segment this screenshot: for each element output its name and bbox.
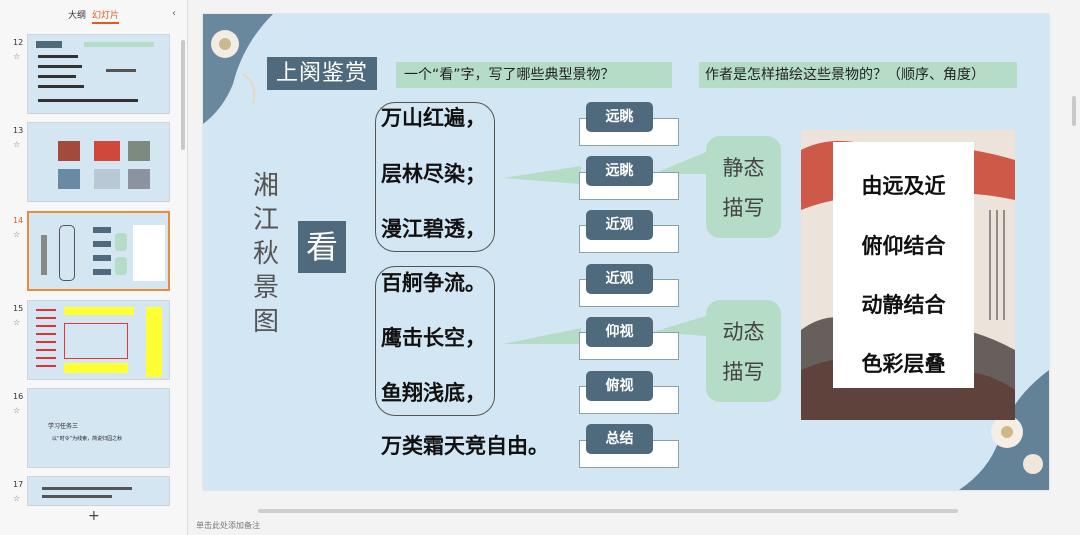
poem-line: 漫江碧透， bbox=[381, 217, 486, 241]
summary-item: 俯仰结合 bbox=[861, 234, 946, 258]
star-icon[interactable]: ☆ bbox=[13, 140, 20, 149]
slide-thumbnail-13[interactable] bbox=[27, 122, 170, 202]
poem-line: 万山红遍， bbox=[381, 106, 486, 130]
star-icon[interactable]: ☆ bbox=[13, 406, 20, 415]
angle-tag: 近观 bbox=[586, 264, 653, 294]
slide-thumbnail-17[interactable] bbox=[27, 476, 170, 506]
editor-scrollbar[interactable] bbox=[1072, 96, 1076, 126]
question-1: 一个“看”字，写了哪些典型景物？ bbox=[396, 62, 672, 88]
angle-tag: 近观 bbox=[586, 210, 653, 240]
tab-slides[interactable]: 幻灯片 bbox=[92, 8, 120, 24]
slide-number: 15 bbox=[13, 304, 24, 313]
star-icon[interactable]: ☆ bbox=[13, 494, 20, 503]
slide-number: 17 bbox=[13, 480, 24, 489]
poem-line: 层林尽染； bbox=[381, 162, 486, 186]
slide-thumbnail-16[interactable]: 学习任务三 以“时令”为线索，简说归园之秋 bbox=[27, 388, 170, 468]
poem-line: 百舸争流。 bbox=[381, 271, 486, 295]
angle-tag: 远眺 bbox=[586, 156, 653, 186]
panel-scrollbar[interactable] bbox=[181, 40, 185, 150]
floral-decoration bbox=[203, 14, 273, 124]
slide-number: 13 bbox=[13, 126, 24, 135]
summary-card: 由远及近 俯仰结合 动静结合 色彩层叠 bbox=[833, 142, 974, 388]
kan-label: 看 bbox=[298, 221, 346, 273]
notes-placeholder[interactable]: 单击此处添加备注 bbox=[196, 520, 260, 531]
add-slide-icon[interactable]: + bbox=[88, 508, 100, 524]
slide-number: 14 bbox=[13, 216, 24, 225]
section-title: 上阕鉴赏 bbox=[267, 57, 377, 90]
slide-number: 12 bbox=[13, 38, 24, 47]
vertical-title: 湘 江 秋 景 图 bbox=[252, 171, 279, 337]
summary-item: 色彩层叠 bbox=[861, 352, 946, 376]
star-icon[interactable]: ☆ bbox=[13, 52, 20, 61]
summary-item: 动静结合 bbox=[861, 293, 946, 317]
slide-canvas: 上阕鉴赏 一个“看”字，写了哪些典型景物？ 作者是怎样描绘这些景物的？（顺序、角… bbox=[203, 14, 1049, 490]
dynamic-description-box: 动态 描写 bbox=[706, 300, 781, 402]
summary-item: 由远及近 bbox=[861, 174, 946, 198]
angle-tag: 俯视 bbox=[586, 371, 653, 401]
question-2: 作者是怎样描绘这些景物的？（顺序、角度） bbox=[699, 62, 1017, 88]
slide-thumbnail-15[interactable] bbox=[27, 300, 170, 380]
poem-line: 鱼翔浅底， bbox=[381, 381, 486, 405]
angle-tag: 总结 bbox=[586, 424, 653, 454]
slide-panel: 大纲 幻灯片 ‹ 12 ☆ 13 ☆ 14 ☆ 15 ☆ 16 ☆ 学习任务三 … bbox=[0, 0, 188, 535]
star-icon[interactable]: ☆ bbox=[13, 318, 20, 327]
slide-number: 16 bbox=[13, 392, 24, 401]
static-description-box: 静态 描写 bbox=[706, 136, 781, 238]
poem-line: 鹰击长空， bbox=[381, 326, 486, 350]
thumb-text: 以“时令”为线索，简说归园之秋 bbox=[52, 436, 123, 442]
thumb-text: 学习任务三 bbox=[48, 423, 79, 430]
slide-thumbnail-14[interactable] bbox=[27, 211, 170, 291]
tab-outline[interactable]: 大纲 bbox=[68, 8, 86, 21]
poem-line: 万类霜天竞自由。 bbox=[381, 434, 549, 458]
panel-tabs: 大纲 幻灯片 ‹ bbox=[0, 8, 188, 24]
star-icon[interactable]: ☆ bbox=[13, 230, 20, 239]
chevron-left-icon[interactable]: ‹ bbox=[172, 8, 176, 19]
horizontal-scrollbar[interactable] bbox=[188, 508, 1068, 514]
angle-tag: 远眺 bbox=[586, 102, 653, 132]
angle-tag: 仰视 bbox=[586, 317, 653, 347]
slide-thumbnail-12[interactable] bbox=[27, 34, 170, 114]
